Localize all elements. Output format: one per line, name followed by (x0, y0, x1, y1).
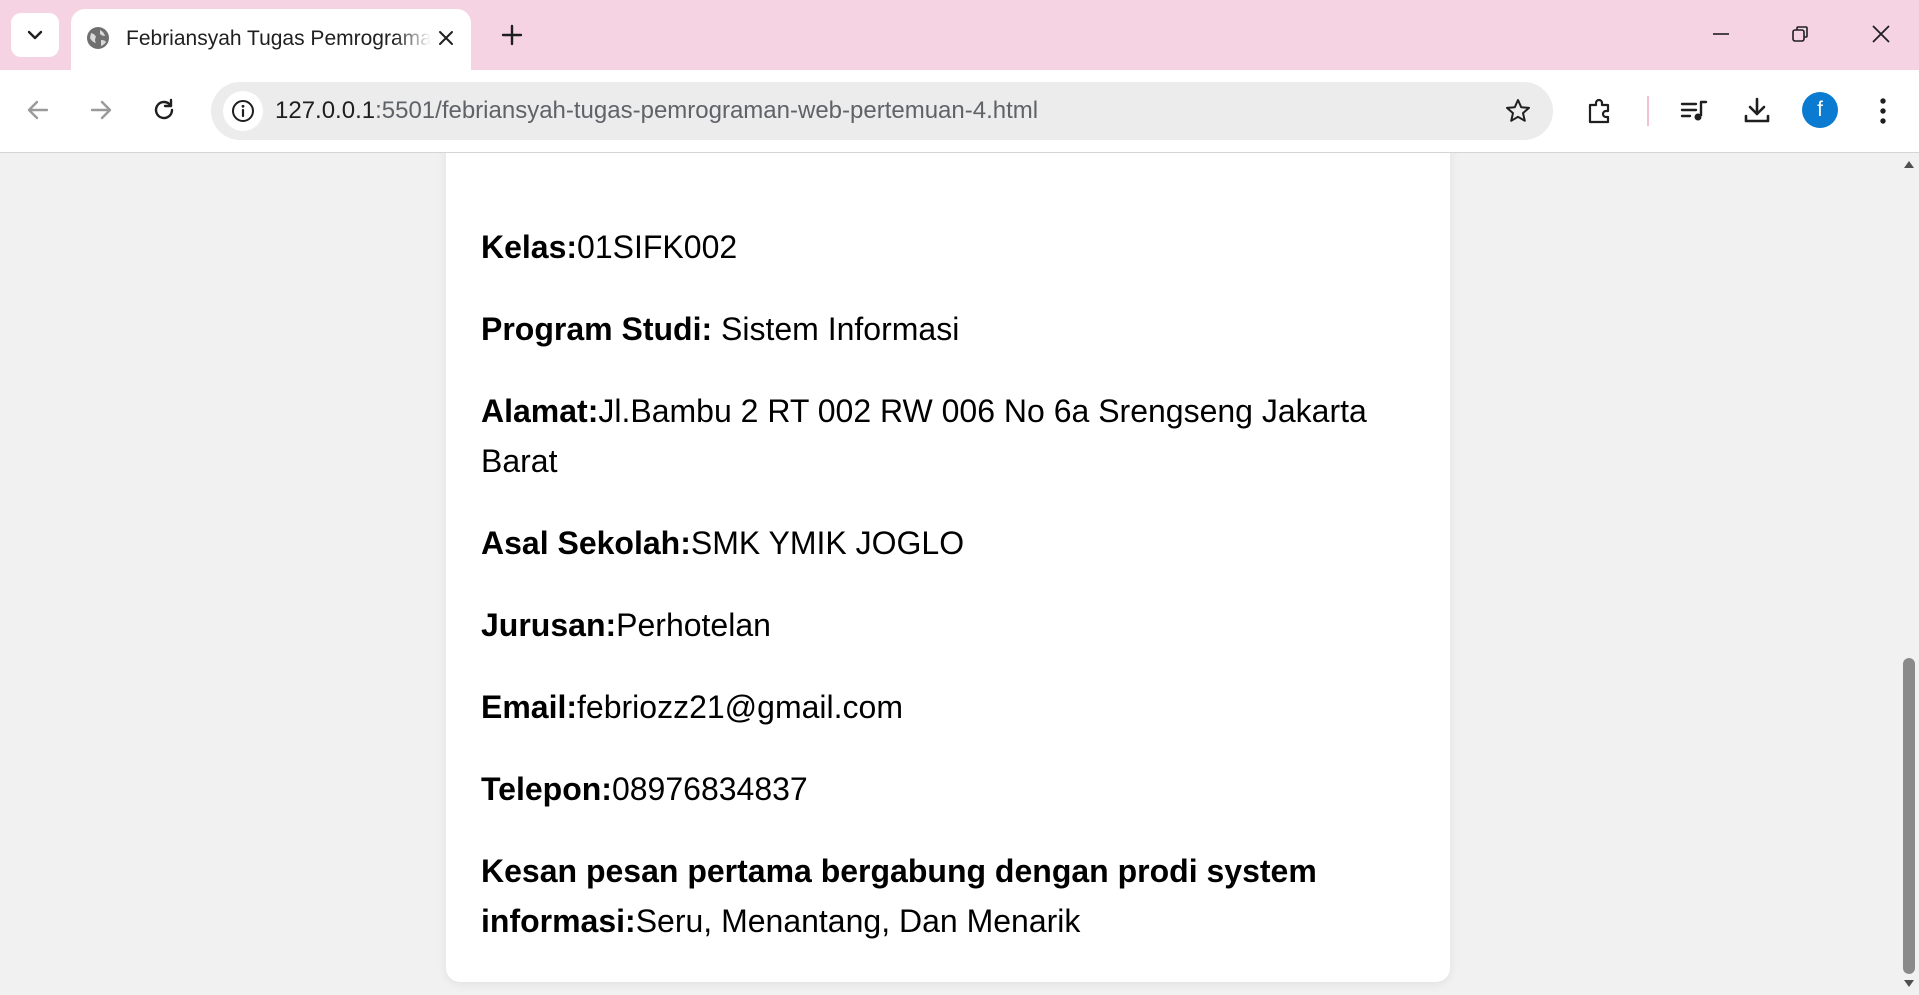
field-label: Alamat: (481, 393, 599, 429)
tab-search-button[interactable] (11, 13, 59, 57)
downloads-button[interactable] (1735, 89, 1779, 133)
page-scrollbar[interactable] (1899, 153, 1919, 995)
info-icon (232, 100, 254, 122)
arrow-right-icon (90, 100, 112, 120)
address-bar[interactable]: 127.0.0.1:5501/febriansyah-tugas-pemrogr… (211, 82, 1553, 140)
extensions-button[interactable] (1578, 89, 1622, 133)
scroll-up-arrow-icon[interactable] (1902, 157, 1916, 171)
media-control-button[interactable] (1672, 89, 1716, 133)
field-value: 08976834837 (611, 771, 808, 807)
field-email: Email:febriozz21@gmail.com (481, 682, 1411, 732)
field-telepon: Telepon:08976834837 (481, 764, 1411, 814)
field-label: Asal Sekolah: (481, 525, 691, 561)
field-value: SMK YMIK JOGLO (690, 525, 965, 561)
browser-toolbar: 127.0.0.1:5501/febriansyah-tugas-pemrogr… (0, 70, 1919, 153)
reload-button[interactable] (143, 89, 185, 131)
toolbar-separator (1647, 96, 1649, 126)
download-icon (1744, 97, 1770, 123)
playlist-music-icon (1680, 100, 1708, 121)
profile-fields: Kelas:01SIFK002 Program Studi: Sistem In… (481, 222, 1411, 978)
profile-avatar[interactable]: f (1802, 92, 1838, 128)
active-tab[interactable]: Febriansyah Tugas Pemrograman Web Pertem… (71, 9, 471, 70)
back-button[interactable] (17, 89, 59, 131)
browser-menu-button[interactable] (1861, 89, 1905, 133)
minimize-button[interactable] (1696, 14, 1746, 54)
chevron-down-icon (27, 30, 43, 40)
close-icon (439, 31, 453, 45)
field-label: Email: (481, 689, 578, 725)
reload-icon (154, 98, 174, 120)
more-vertical-icon (1880, 98, 1886, 124)
field-program-studi: Program Studi: Sistem Informasi (481, 304, 1411, 354)
scroll-down-arrow-icon[interactable] (1902, 977, 1916, 991)
new-tab-button[interactable] (494, 17, 530, 53)
page-viewport: Kelas:01SIFK002 Program Studi: Sistem In… (0, 153, 1899, 995)
site-info-button[interactable] (223, 91, 263, 131)
field-kesan-pesan: Kesan pesan pertama bergabung dengan pro… (481, 846, 1411, 946)
globe-icon (87, 27, 109, 49)
url-path: :5501/febriansyah-tugas-pemrograman-web-… (375, 97, 1039, 124)
field-value: 01SIFK002 (577, 229, 738, 265)
url-host: 127.0.0.1 (275, 97, 376, 124)
url-text[interactable]: 127.0.0.1:5501/febriansyah-tugas-pemrogr… (275, 96, 1038, 126)
field-label: Telepon: (481, 771, 612, 807)
minimize-icon (1713, 33, 1729, 35)
plus-icon (501, 24, 523, 46)
star-icon (1506, 99, 1530, 122)
field-asal-sekolah: Asal Sekolah:SMK YMIK JOGLO (481, 518, 1411, 568)
field-value: Perhotelan (616, 607, 771, 643)
puzzle-icon (1588, 98, 1610, 124)
close-window-button[interactable] (1856, 14, 1906, 54)
tab-close-button[interactable] (431, 23, 461, 53)
field-label: Kelas: (481, 229, 578, 265)
field-label: Jurusan: (481, 607, 617, 643)
restore-icon (1792, 26, 1808, 42)
profile-card: Kelas:01SIFK002 Program Studi: Sistem In… (446, 153, 1450, 982)
restore-button[interactable] (1775, 14, 1825, 54)
tab-strip: Febriansyah Tugas Pemrograman Web Pertem… (0, 0, 1919, 70)
forward-button[interactable] (80, 89, 122, 131)
bookmark-button[interactable] (1501, 94, 1535, 128)
field-value: Seru, Menantang, Dan Menarik (635, 903, 1081, 939)
field-value: febriozz21@gmail.com (577, 689, 903, 725)
field-alamat: Alamat:Jl.Bambu 2 RT 002 RW 006 No 6a Sr… (481, 386, 1411, 486)
arrow-left-icon (27, 100, 49, 120)
field-value: Sistem Informasi (712, 311, 960, 347)
close-icon (1872, 25, 1890, 43)
field-kelas: Kelas:01SIFK002 (481, 222, 1411, 272)
field-label: Program Studi: (481, 311, 713, 347)
tab-title: Febriansyah Tugas Pemrograman Web Pertem… (126, 27, 431, 50)
field-jurusan: Jurusan:Perhotelan (481, 600, 1411, 650)
field-value: Jl.Bambu 2 RT 002 RW 006 No 6a Srengseng… (481, 393, 1367, 479)
scrollbar-thumb[interactable] (1903, 658, 1915, 974)
